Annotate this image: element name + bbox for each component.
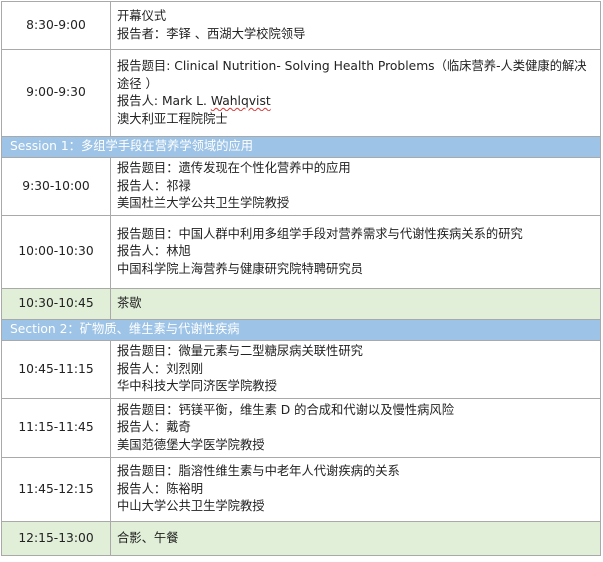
speaker-line: 报告人：陈裕明 [117, 481, 204, 496]
agenda-table: 8:30-9:00 开幕仪式 报告者：李铎 、西湖大学校院领导 9:00-9:3… [1, 1, 601, 556]
table-row: 8:30-9:00 开幕仪式 报告者：李铎 、西湖大学校院领导 [1, 1, 601, 50]
speaker-line: 报告人：林旭 [117, 244, 191, 259]
talk-title: 报告题目：微量元素与二型糖尿病关联性研究 [117, 344, 363, 359]
break-row: 10:30-10:45 茶歇 [1, 288, 601, 320]
content-cell: 报告题目：微量元素与二型糖尿病关联性研究 报告人：刘烈刚 华中科技大学同济医学院… [110, 340, 601, 399]
affiliation-line: 华中科技大学同济医学院教授 [117, 379, 277, 394]
time-cell: 12:15-13:00 [1, 521, 111, 556]
table-row: 11:15-11:45 报告题目：钙镁平衡，维生素 D 的合成和代谢以及慢性病风… [1, 398, 601, 458]
time-cell: 10:00-10:30 [1, 215, 111, 289]
affiliation-line: 中山大学公共卫生学院教授 [117, 499, 265, 514]
speaker-line: 报告人：刘烈刚 [117, 361, 204, 376]
time-cell: 9:00-9:30 [1, 49, 111, 137]
break-label: 茶歇 [110, 288, 601, 320]
session-header-row: Section 2：矿物质、维生素与代谢性疾病 [1, 319, 601, 341]
table-row: 9:30-10:00 报告题目：遗传发现在个性化营养中的应用 报告人：祁禄 美国… [1, 157, 601, 216]
affiliation-line: 中国科学院上海营养与健康研究院特聘研究员 [117, 261, 363, 276]
table-row: 9:00-9:30 报告题目: Clinical Nutrition- Solv… [1, 49, 601, 137]
time-cell: 8:30-9:00 [1, 1, 111, 50]
affiliation-line: 澳大利亚工程院院士 [117, 111, 228, 126]
content-cell: 报告题目：钙镁平衡，维生素 D 的合成和代谢以及慢性病风险 报告人：戴奇 美国范… [110, 398, 601, 458]
speaker-prefix: 报告人: Mark L. [117, 94, 211, 108]
content-cell: 报告题目: Clinical Nutrition- Solving Health… [110, 49, 601, 137]
speaker-line: 报告人：戴奇 [117, 420, 191, 435]
affiliation-line: 美国范德堡大学医学院教授 [117, 437, 265, 452]
break-label: 合影、午餐 [110, 521, 601, 556]
time-cell: 11:15-11:45 [1, 398, 111, 458]
session-header: Session 1：多组学手段在营养学领域的应用 [1, 136, 601, 158]
speaker-line: 报告者：李铎 、西湖大学校院领导 [117, 26, 306, 41]
table-row: 10:00-10:30 报告题目：中国人群中利用多组学手段对营养需求与代谢性疾病… [1, 215, 601, 289]
speaker-line: 报告人：祁禄 [117, 178, 191, 193]
talk-title: 报告题目：遗传发现在个性化营养中的应用 [117, 161, 351, 176]
session-title: 开幕仪式 [117, 9, 167, 23]
time-cell: 10:30-10:45 [1, 288, 111, 320]
talk-title: 报告题目：中国人群中利用多组学手段对营养需求与代谢性疾病关系的研究 [117, 226, 523, 241]
table-row: 10:45-11:15 报告题目：微量元素与二型糖尿病关联性研究 报告人：刘烈刚… [1, 340, 601, 399]
affiliation-line: 美国杜兰大学公共卫生学院教授 [117, 196, 290, 211]
content-cell: 报告题目：中国人群中利用多组学手段对营养需求与代谢性疾病关系的研究 报告人：林旭… [110, 215, 601, 289]
speaker-line: 报告人: Mark L. Wahlqvist [117, 93, 596, 111]
talk-title: 报告题目：钙镁平衡，维生素 D 的合成和代谢以及慢性病风险 [117, 402, 455, 417]
content-cell: 报告题目：遗传发现在个性化营养中的应用 报告人：祁禄 美国杜兰大学公共卫生学院教… [110, 157, 601, 216]
content-cell: 报告题目：脂溶性维生素与中老年人代谢疾病的关系 报告人：陈裕明 中山大学公共卫生… [110, 457, 601, 522]
table-row: 11:45-12:15 报告题目：脂溶性维生素与中老年人代谢疾病的关系 报告人：… [1, 457, 601, 522]
speaker-name-spellcheck: Wahlqvist [210, 94, 271, 108]
talk-title: 报告题目: Clinical Nutrition- Solving Health… [117, 59, 587, 91]
content-cell: 开幕仪式 报告者：李铎 、西湖大学校院领导 [110, 1, 601, 50]
session-header-row: Session 1：多组学手段在营养学领域的应用 [1, 136, 601, 158]
time-cell: 9:30-10:00 [1, 157, 111, 216]
time-cell: 10:45-11:15 [1, 340, 111, 399]
talk-title: 报告题目：脂溶性维生素与中老年人代谢疾病的关系 [117, 464, 400, 479]
session-header: Section 2：矿物质、维生素与代谢性疾病 [1, 319, 601, 341]
break-row: 12:15-13:00 合影、午餐 [1, 521, 601, 556]
time-cell: 11:45-12:15 [1, 457, 111, 522]
